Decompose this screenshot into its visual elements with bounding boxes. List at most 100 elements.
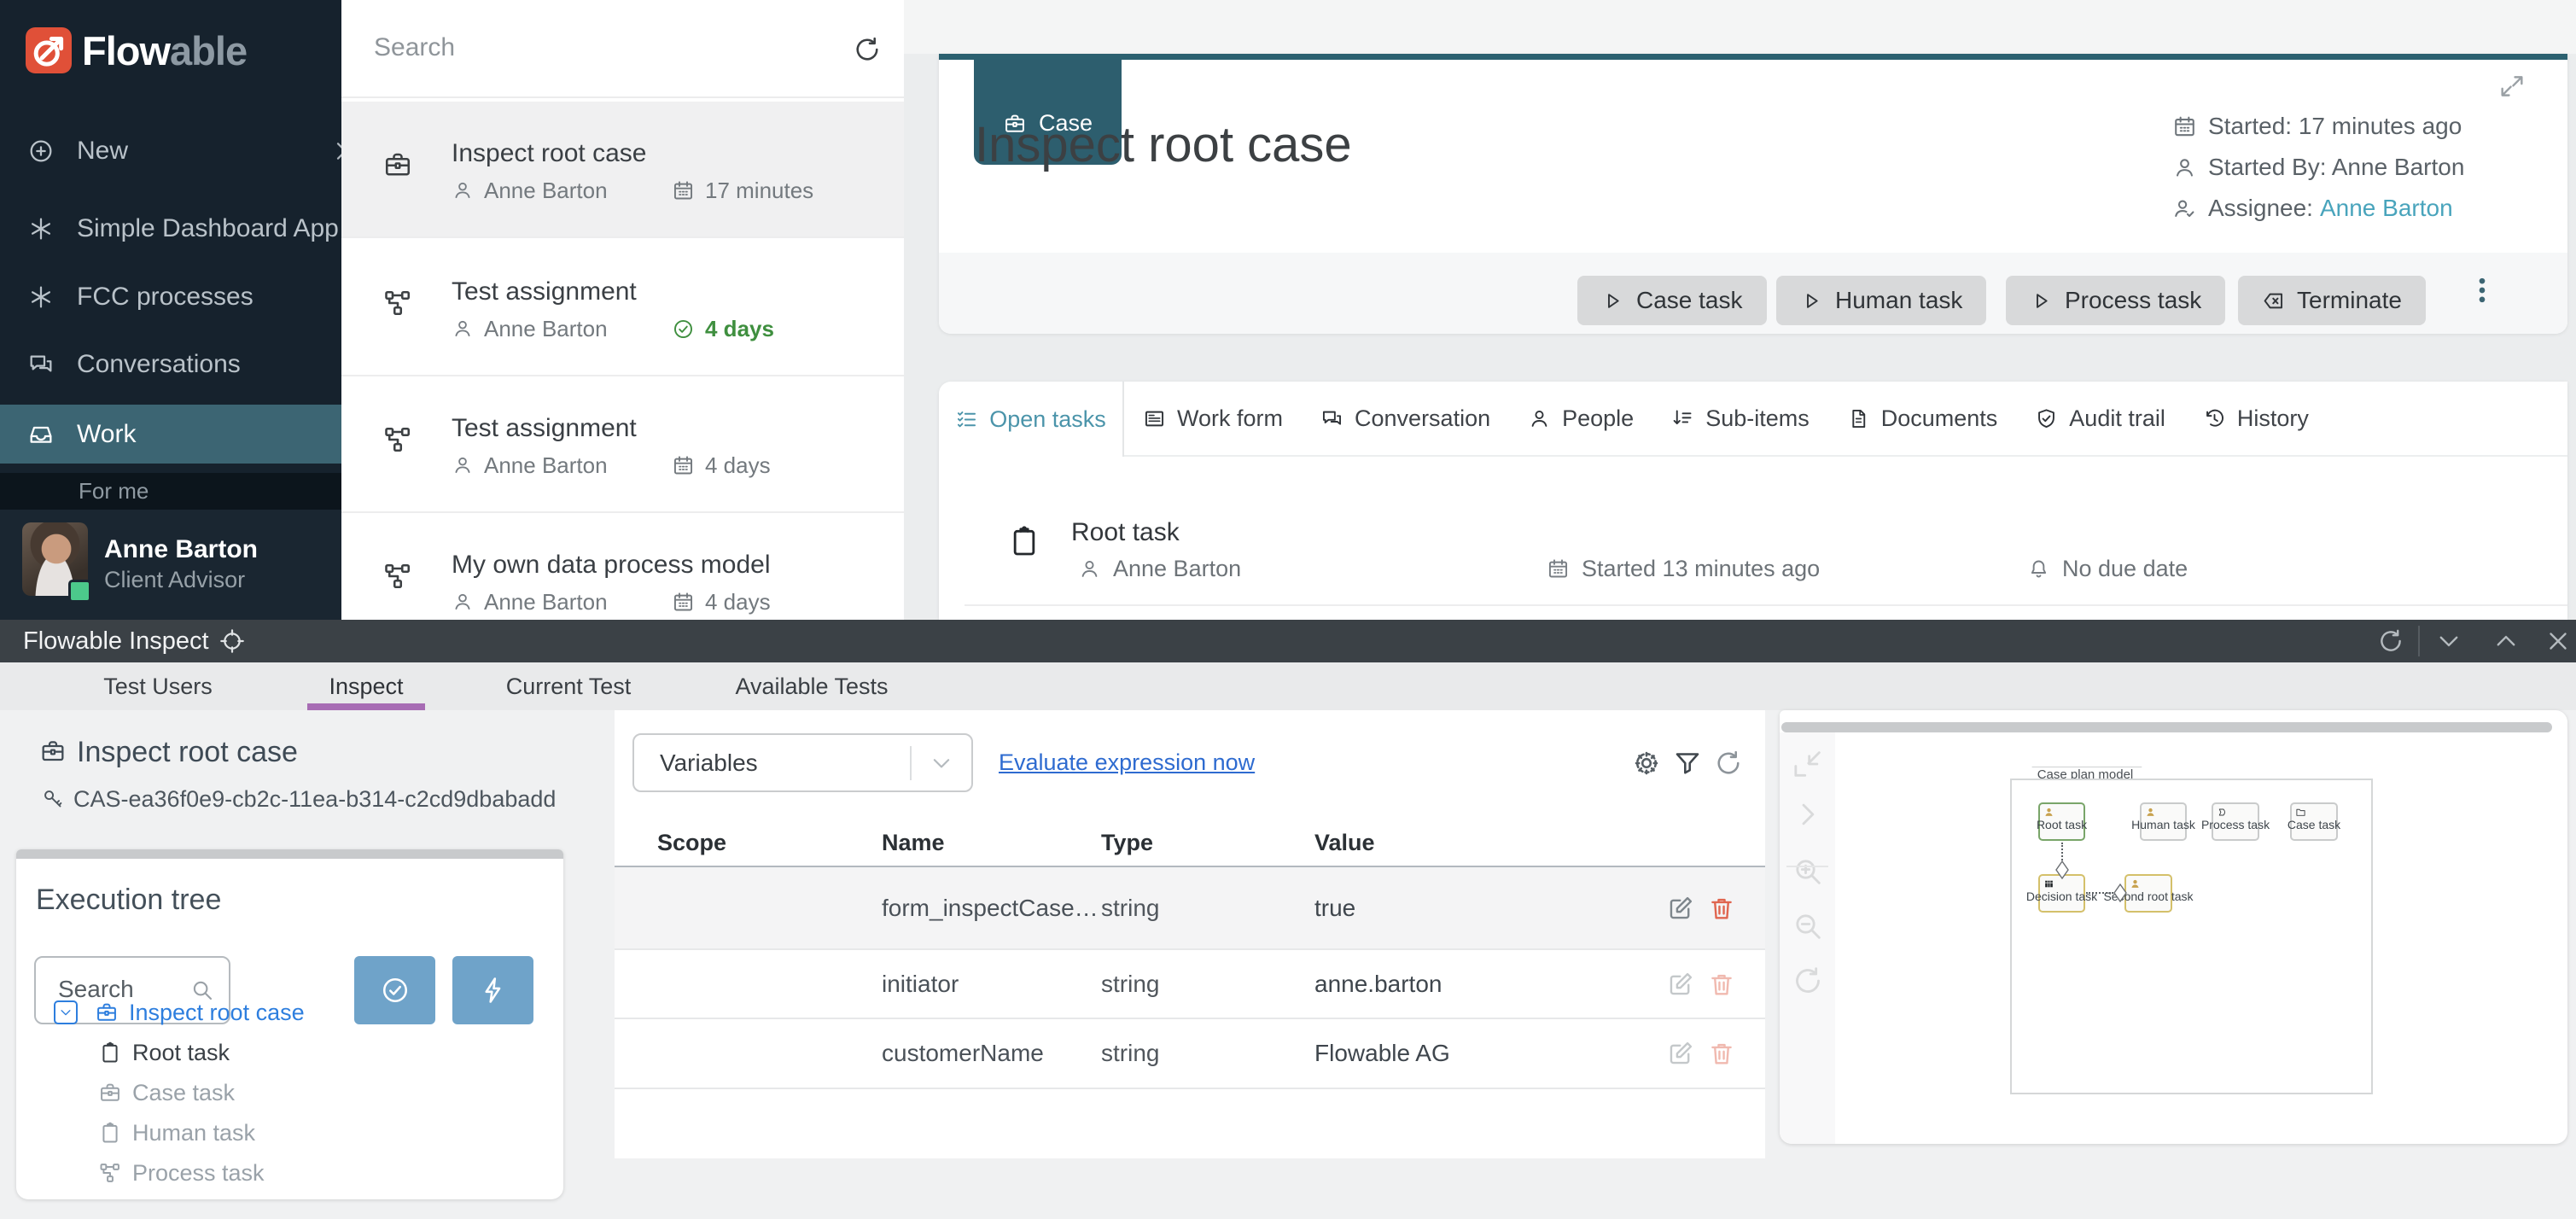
tab-open-tasks[interactable]: Open tasks <box>939 382 1124 457</box>
variables-select[interactable]: Variables <box>632 733 973 792</box>
action-button-terminate[interactable]: Terminate <box>2238 276 2426 325</box>
divider <box>1786 866 1828 867</box>
open-task-title[interactable]: Root task <box>1071 518 1180 547</box>
tree-node-root-task[interactable]: Root task <box>16 1035 645 1070</box>
action-button-process-task[interactable]: Process task <box>2006 276 2225 325</box>
inspect-tab-current-test[interactable]: Current Test <box>506 662 632 710</box>
flag-icon <box>2217 807 2228 818</box>
diagram-node-decision-task[interactable]: Decision task <box>2038 874 2085 913</box>
refresh-icon[interactable] <box>2376 627 2405 656</box>
sidebar-item-conversations[interactable]: Conversations <box>0 340 341 389</box>
person-icon <box>452 454 474 476</box>
tab-history[interactable]: History <box>2184 382 2328 455</box>
tab-conversation[interactable]: Conversation <box>1302 382 1509 455</box>
tab-audit-trail[interactable]: Audit trail <box>2016 382 2184 455</box>
list-item[interactable]: Test assignmentAnne Barton4 days <box>341 376 904 513</box>
user-solid-icon <box>2130 878 2141 889</box>
case-info-row: Started: 17 minutes ago <box>2172 114 2462 139</box>
case-id[interactable]: CAS-ea36f0e9-cb2c-11ea-b314-c2cd9dbabadd <box>73 786 556 813</box>
expand-icon[interactable] <box>2497 72 2526 101</box>
funnel-icon[interactable] <box>1672 748 1703 779</box>
assignee-link[interactable]: Anne Barton <box>2320 195 2453 222</box>
clipboard-icon <box>98 1041 122 1064</box>
trash-icon[interactable] <box>1707 894 1736 923</box>
variable-row[interactable]: form_inspectCase…stringtrue <box>615 866 1765 950</box>
tab-work-form[interactable]: Work form <box>1124 382 1302 455</box>
edit-icon[interactable] <box>1666 970 1695 999</box>
list-item-due: 4 days <box>672 315 774 342</box>
task-due-date: No due date <box>2027 556 2188 581</box>
refresh-icon[interactable] <box>1791 964 1825 998</box>
sidebar-item-new[interactable]: New <box>0 126 341 176</box>
calendar-icon <box>672 454 695 477</box>
list-item-assignee: Anne Barton <box>452 315 608 342</box>
inbox-icon <box>27 421 55 448</box>
list-item[interactable]: Inspect root caseAnne Barton17 minutes <box>341 102 904 238</box>
diagram-node-case-task[interactable]: Case task <box>2290 802 2338 841</box>
inspect-body: Inspect root case CAS-ea36f0e9-cb2c-11ea… <box>0 710 2576 1219</box>
process-icon <box>382 288 413 318</box>
variable-row[interactable]: initiatorstringanne.barton <box>615 950 1765 1019</box>
case-content-card: Open tasksWork formConversationPeopleSub… <box>939 382 2567 620</box>
variables-table-header: ScopeNameTypeValue <box>615 830 1765 866</box>
diagram-node-second-root-task[interactable]: Second root task <box>2124 874 2172 913</box>
history-icon <box>2203 407 2226 430</box>
list-item-title: Test assignment <box>452 414 637 443</box>
action-button-human-task[interactable]: Human task <box>1776 276 1986 325</box>
sidebar-item-fcc-processes[interactable]: FCC processes <box>0 272 341 322</box>
close-icon[interactable] <box>2544 627 2573 656</box>
trash-icon[interactable] <box>1707 970 1736 999</box>
gear-icon[interactable] <box>1631 748 1662 779</box>
tree-node-human-task[interactable]: Human task <box>16 1116 645 1150</box>
variable-row[interactable]: customerNamestringFlowable AG <box>615 1019 1765 1089</box>
inspect-title-bar: Flowable Inspect <box>0 620 2576 662</box>
action-button-case-task[interactable]: Case task <box>1577 276 1767 325</box>
zoom-out-icon[interactable] <box>1791 909 1825 943</box>
list-search-input[interactable] <box>372 32 819 63</box>
tab-documents[interactable]: Documents <box>1828 382 2017 455</box>
sidebar-item-label: New <box>77 137 128 166</box>
chevron-down-icon[interactable] <box>2434 627 2463 656</box>
sidebar-item-simple-dashboard-app[interactable]: Simple Dashboard App <box>0 204 341 254</box>
sidebar-user[interactable]: Anne Barton Client Advisor <box>0 510 341 620</box>
refresh-icon[interactable] <box>1713 748 1744 779</box>
inspect-tab-test-users[interactable]: Test Users <box>103 662 213 710</box>
shield-check-icon <box>2035 407 2058 430</box>
evaluate-expression-link[interactable]: Evaluate expression now <box>999 733 1255 792</box>
diagram-node-human-task[interactable]: Human task <box>2140 802 2187 841</box>
edit-icon[interactable] <box>1666 1039 1695 1068</box>
tree-node-process-task[interactable]: Process task <box>16 1156 645 1190</box>
case-header-card: Case Inspect root case Started: 17 minut… <box>939 54 2567 334</box>
scrollbar[interactable] <box>1781 722 2552 732</box>
list-item[interactable]: Test assignmentAnne Barton4 days <box>341 240 904 376</box>
diagram-node-process-task[interactable]: Process task <box>2212 802 2259 841</box>
list-item-title: Inspect root case <box>452 139 646 168</box>
process-icon <box>382 561 413 592</box>
diagram-node-root-task[interactable]: Root task <box>2038 802 2085 841</box>
trash-icon[interactable] <box>1707 1039 1736 1068</box>
chevron-up-icon[interactable] <box>2491 627 2521 656</box>
tree-node-inspect-root-case[interactable]: Inspect root case <box>16 995 642 1029</box>
crosshair-icon[interactable] <box>219 627 246 655</box>
inspect-tab-available-tests[interactable]: Available Tests <box>735 662 888 710</box>
checklist-icon <box>955 408 978 431</box>
scrollbar[interactable] <box>16 849 563 859</box>
fit-screen-icon[interactable] <box>1791 747 1825 781</box>
sidebar-item-work[interactable]: Work <box>0 405 341 464</box>
case-action-strip: Case taskHuman task Process task Terminate <box>939 253 2567 334</box>
document-icon <box>1847 407 1870 430</box>
tree-node-case-task[interactable]: Case task <box>16 1076 645 1110</box>
sidebar-item-label: Simple Dashboard App <box>77 214 339 243</box>
tab-people[interactable]: People <box>1509 382 1652 455</box>
bell-icon <box>2027 557 2050 580</box>
connector-line <box>2086 892 2113 894</box>
tab-sub-items[interactable]: Sub-items <box>1652 382 1828 455</box>
list-refresh-icon[interactable] <box>852 34 883 65</box>
more-actions-icon[interactable] <box>2465 273 2499 307</box>
plus-circle-icon <box>27 137 55 165</box>
edit-icon[interactable] <box>1666 894 1695 923</box>
zoom-in-icon[interactable] <box>1791 854 1825 889</box>
cell-name: initiator <box>882 971 959 998</box>
chevron-right-icon[interactable] <box>1791 797 1825 831</box>
connector-diamond <box>2055 860 2069 879</box>
